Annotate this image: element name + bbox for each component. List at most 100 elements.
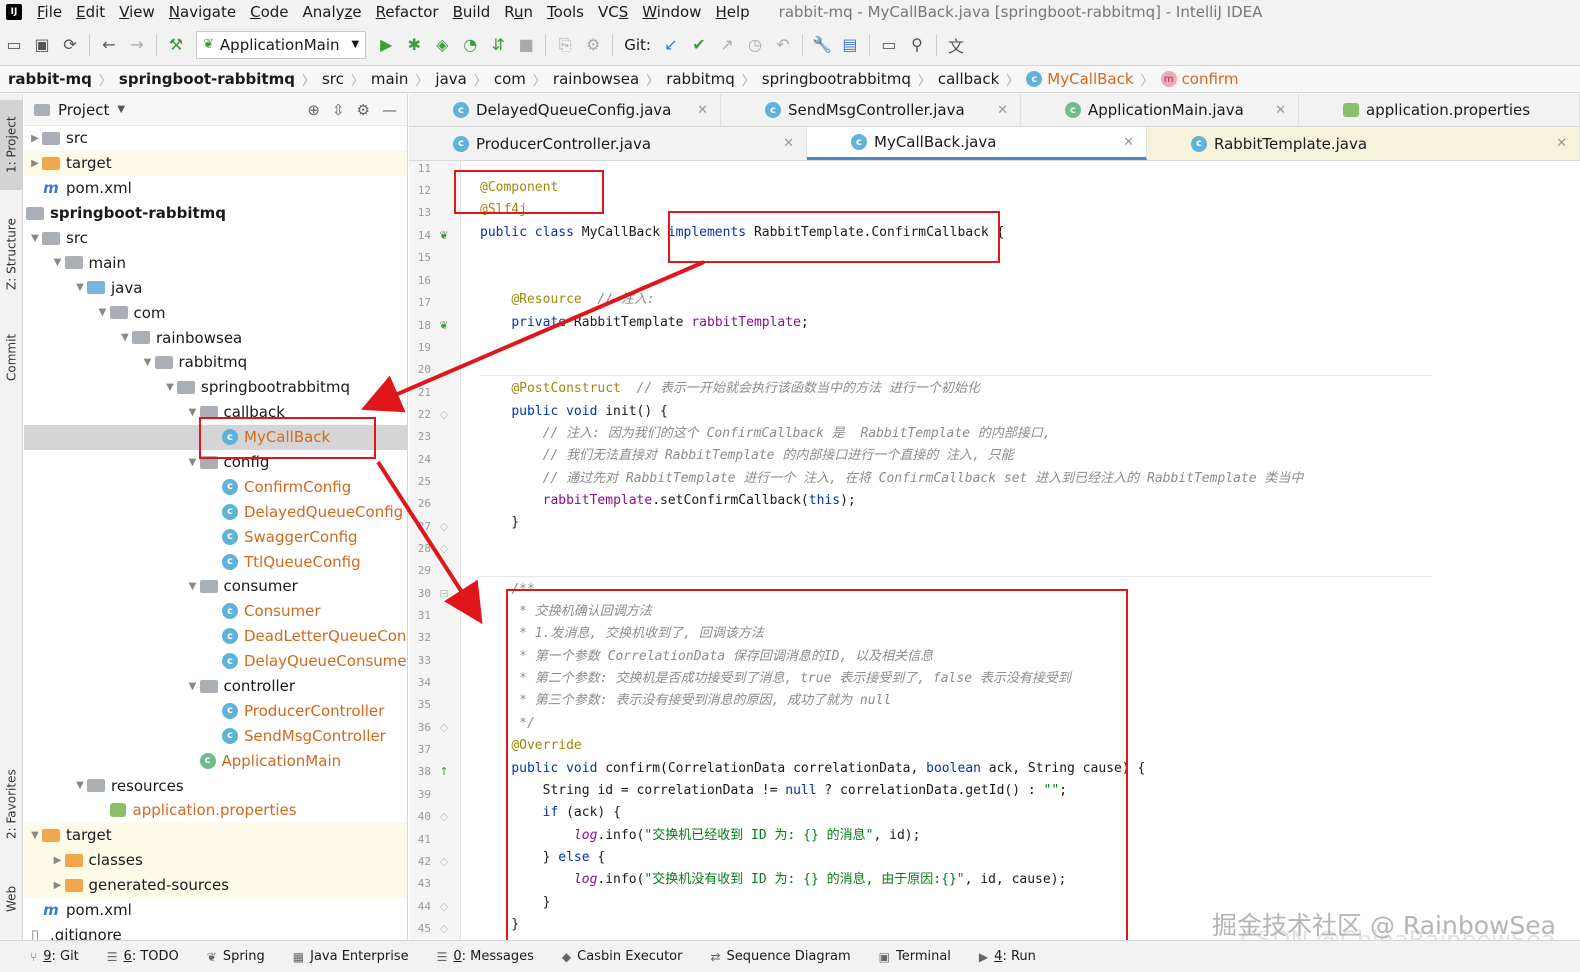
tree-item[interactable]: c SendMsgController bbox=[24, 723, 407, 748]
tool-window-button[interactable]: ◆ Casbin Executor bbox=[562, 949, 683, 964]
tool-tab-web[interactable]: Web bbox=[0, 874, 23, 924]
translate-icon[interactable]: 文 bbox=[942, 31, 970, 59]
tree-item[interactable]: ▶ target bbox=[24, 150, 407, 176]
tree-item[interactable]: c ConfirmConfig bbox=[24, 474, 407, 499]
tool-tab-structure[interactable]: Z: Structure bbox=[0, 204, 23, 304]
tree-expand-arrow-icon[interactable]: ▼ bbox=[186, 407, 200, 418]
menu-item[interactable]: Edit bbox=[69, 3, 112, 21]
fold-icon[interactable]: ◇ bbox=[437, 721, 451, 735]
tree-expand-arrow-icon[interactable]: ▼ bbox=[163, 382, 177, 393]
breadcrumb-item[interactable]: m confirm bbox=[1160, 70, 1238, 88]
fold-icon[interactable]: ◇ bbox=[437, 922, 451, 936]
tree-item[interactable]: ▶ src bbox=[24, 126, 407, 151]
tree-item[interactable]: ▼ controller bbox=[24, 674, 407, 699]
tree-expand-arrow-icon[interactable]: ▼ bbox=[186, 457, 200, 468]
breadcrumb-item[interactable]: springboot-rabbitmq bbox=[119, 70, 295, 88]
editor-tab[interactable]: c ProducerController.java ✕ bbox=[409, 127, 807, 160]
tool-tab-favorites[interactable]: 2: Favorites bbox=[0, 754, 23, 854]
git-push-icon[interactable]: ↗ bbox=[713, 31, 741, 59]
settings-wrench-icon[interactable]: 🔧 bbox=[808, 31, 836, 59]
editor-tab[interactable]: c MyCallBack.java ✕ bbox=[807, 127, 1147, 160]
tool-window-button[interactable]: ☰ 0: Messages bbox=[437, 949, 534, 964]
tree-item[interactable]: ▼ com bbox=[24, 300, 407, 325]
debug-bug-icon[interactable]: ✱ bbox=[400, 31, 428, 59]
collapse-all-icon[interactable]: ⇳ bbox=[332, 101, 345, 119]
forward-arrow-icon[interactable]: → bbox=[123, 31, 151, 59]
menu-item[interactable]: File bbox=[30, 3, 69, 21]
menu-item[interactable]: View bbox=[112, 3, 162, 21]
git-commit-icon[interactable]: ✔ bbox=[685, 31, 713, 59]
tree-expand-arrow-icon[interactable]: ▼ bbox=[118, 332, 132, 343]
run-icon[interactable]: ▶ bbox=[372, 31, 400, 59]
breadcrumb-item[interactable]: springbootrabbitmq bbox=[762, 70, 911, 88]
stop-icon[interactable]: ■ bbox=[512, 31, 540, 59]
tree-expand-arrow-icon[interactable]: ▼ bbox=[51, 257, 65, 268]
tree-item[interactable]: ▼ rainbowsea bbox=[24, 325, 407, 350]
tree-item[interactable]: ▼ java bbox=[24, 275, 407, 300]
fold-icon[interactable]: ◇ bbox=[437, 810, 451, 824]
tree-item[interactable]: c MyCallBack bbox=[24, 424, 407, 450]
close-icon[interactable]: ✕ bbox=[1275, 103, 1286, 118]
tree-expand-arrow-icon[interactable]: ▼ bbox=[141, 357, 155, 368]
tree-expand-arrow-icon[interactable]: ▼ bbox=[73, 780, 87, 791]
save-icon[interactable]: ▣ bbox=[28, 31, 56, 59]
menu-item[interactable]: Window bbox=[635, 3, 708, 21]
close-icon[interactable]: ✕ bbox=[697, 103, 708, 118]
tool-window-button[interactable]: ▶ 4: Run bbox=[979, 949, 1036, 964]
fold-icon[interactable]: ◇ bbox=[437, 408, 451, 422]
breadcrumb-item[interactable]: c MyCallBack bbox=[1026, 70, 1134, 88]
tree-item[interactable]: c ApplicationMain bbox=[24, 748, 407, 773]
breadcrumb-item[interactable]: rabbit-mq bbox=[8, 70, 92, 88]
tree-item[interactable]: m pom.xml bbox=[24, 898, 407, 923]
fold-icon[interactable]: ◇ bbox=[437, 542, 451, 556]
tree-item[interactable]: c TtlQueueConfig bbox=[24, 549, 407, 574]
tool-tab-project[interactable]: 1: Project bbox=[0, 100, 23, 190]
tree-expand-arrow-icon[interactable]: ▼ bbox=[73, 282, 87, 293]
tree-item[interactable]: ▼ rabbitmq bbox=[24, 350, 407, 375]
tree-item[interactable]: ▼ main bbox=[24, 250, 407, 275]
tree-item[interactable]: c DeadLetterQueueCon bbox=[24, 624, 407, 649]
tree-item[interactable]: ▼ target bbox=[24, 822, 407, 848]
tree-expand-arrow-icon[interactable]: ▼ bbox=[28, 233, 42, 244]
tree-item[interactable]: m pom.xml bbox=[24, 176, 407, 201]
tool-window-button[interactable]: ⑂ 9: Git bbox=[30, 949, 79, 964]
minimize-icon[interactable]: — bbox=[382, 101, 397, 119]
breadcrumb-item[interactable]: com bbox=[494, 70, 526, 88]
editor-tab[interactable]: c DelayedQueueConfig.java ✕ bbox=[409, 94, 721, 126]
bean-icon[interactable]: ❦ bbox=[437, 319, 451, 333]
tree-item[interactable]: c Consumer bbox=[24, 599, 407, 624]
menu-item[interactable]: Code bbox=[243, 3, 295, 21]
tree-expand-arrow-icon[interactable]: ▶ bbox=[51, 855, 65, 866]
fold-icon[interactable]: ⊟ bbox=[437, 587, 451, 601]
menu-item[interactable]: VCS bbox=[591, 3, 635, 21]
tool-window-button[interactable]: ⇄ Sequence Diagram bbox=[710, 949, 850, 964]
build-hammer-icon[interactable]: ⚒ bbox=[162, 31, 190, 59]
editor-tab[interactable]: c RabbitTemplate.java ✕ bbox=[1147, 127, 1580, 160]
git-update-icon[interactable]: ↙ bbox=[657, 31, 685, 59]
menu-item[interactable]: Navigate bbox=[162, 3, 243, 21]
sync-icon[interactable]: ⟳ bbox=[56, 31, 84, 59]
close-icon[interactable]: ✕ bbox=[1123, 135, 1134, 150]
breadcrumb-item[interactable]: java bbox=[435, 70, 466, 88]
tool-window-button[interactable]: ▦ Java Enterprise bbox=[293, 949, 409, 964]
project-view-select[interactable]: Project bbox=[58, 101, 109, 119]
open-folder-icon[interactable]: ▭ bbox=[0, 31, 28, 59]
tool-window-button[interactable]: ☰ 6: TODO bbox=[107, 949, 179, 964]
tree-expand-arrow-icon[interactable]: ▶ bbox=[51, 880, 65, 891]
git-history-icon[interactable]: ◷ bbox=[741, 31, 769, 59]
tree-expand-arrow-icon[interactable]: ▶ bbox=[28, 158, 42, 169]
close-icon[interactable]: ✕ bbox=[997, 103, 1008, 118]
gear-icon[interactable]: ⚙ bbox=[357, 101, 370, 119]
tree-expand-arrow-icon[interactable]: ▶ bbox=[28, 133, 42, 144]
editor-tab[interactable]: c ApplicationMain.java ✕ bbox=[1021, 94, 1299, 126]
coverage-icon[interactable]: ◈ bbox=[428, 31, 456, 59]
tree-expand-arrow-icon[interactable]: ▼ bbox=[186, 681, 200, 692]
tree-expand-arrow-icon[interactable]: ▼ bbox=[96, 307, 110, 318]
breadcrumb-item[interactable]: rabbitmq bbox=[666, 70, 735, 88]
tree-expand-arrow-icon[interactable]: ▼ bbox=[28, 830, 42, 841]
tree-item[interactable]: ▶ generated-sources bbox=[24, 872, 407, 898]
tree-item[interactable]: c ProducerController bbox=[24, 698, 407, 723]
tree-expand-arrow-icon[interactable]: ▼ bbox=[186, 581, 200, 592]
tool-window-button[interactable]: ▣ Terminal bbox=[879, 949, 951, 964]
profile-icon[interactable]: ◔ bbox=[456, 31, 484, 59]
